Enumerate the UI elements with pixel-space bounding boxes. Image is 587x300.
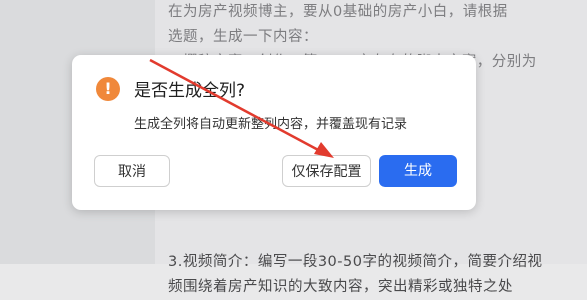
confirm-dialog: ! 是否生成全列? 生成全列将自动更新整列内容，并覆盖现有记录 取消 仅保存配置…	[72, 55, 476, 210]
dialog-message: 生成全列将自动更新整列内容，并覆盖现有记录	[134, 117, 408, 132]
warning-icon: !	[96, 77, 120, 101]
bg-line: 频围绕着房产知识的大致内容，突出精彩或独特之处	[168, 279, 513, 295]
bg-line: 3.视频简介：编写一段30-50字的视频简介，简要介绍视	[168, 254, 543, 270]
save-config-button[interactable]: 仅保存配置	[282, 155, 371, 187]
bg-line: 选题，生成一下内容：	[168, 29, 318, 45]
bg-line	[168, 225, 587, 250]
dialog-title: 是否生成全列?	[134, 81, 246, 101]
bg-line: 在为房产视频博主，要从0基础的房产小白，请根据	[168, 4, 508, 20]
cancel-button[interactable]: 取消	[94, 155, 170, 187]
generate-button[interactable]: 生成	[379, 155, 457, 187]
